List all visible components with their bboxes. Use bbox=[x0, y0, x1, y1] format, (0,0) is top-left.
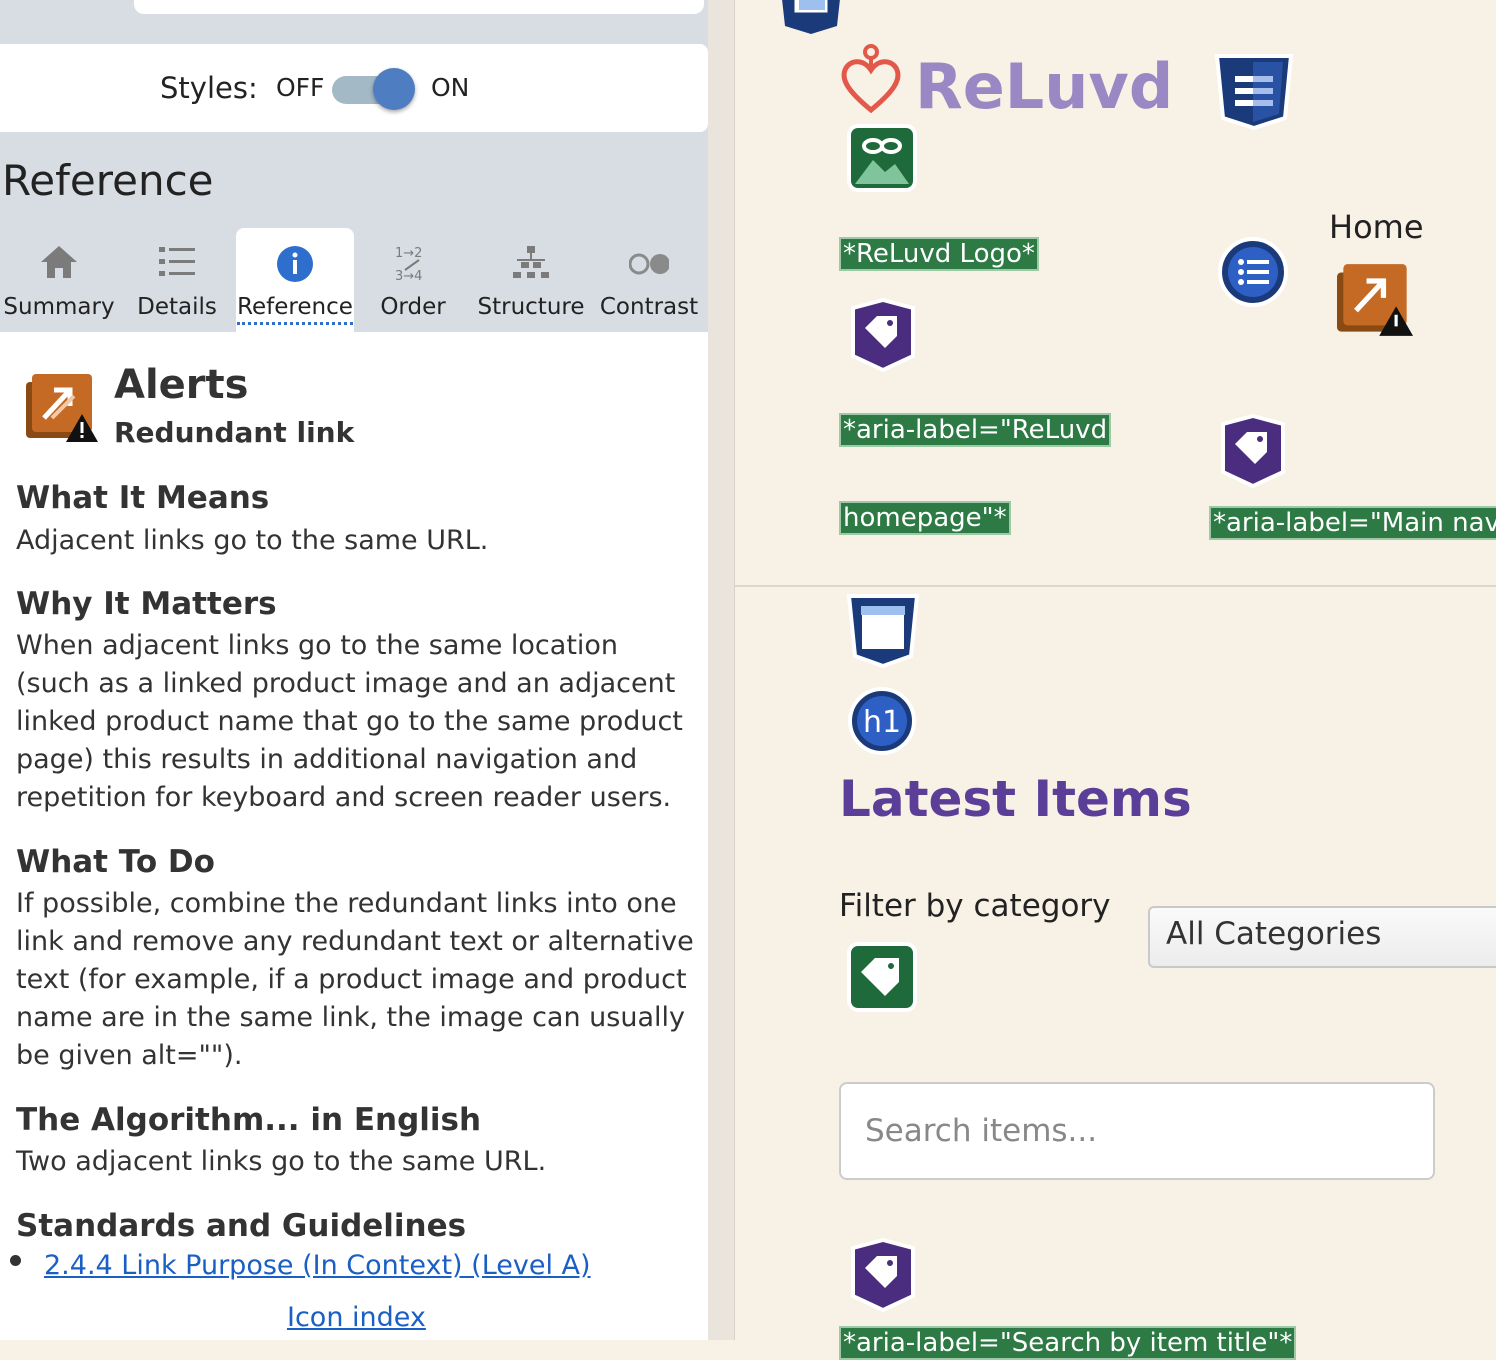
tab-label-text: Reference bbox=[237, 294, 353, 325]
contrast-icon bbox=[629, 253, 669, 275]
section-text: Two adjacent links go to the same URL. bbox=[16, 1146, 547, 1177]
info-icon bbox=[277, 246, 313, 282]
tab-contrast[interactable]: Contrast bbox=[590, 228, 708, 332]
category-select-value: All Categories bbox=[1166, 916, 1382, 952]
panel-resize-gutter[interactable] bbox=[708, 0, 734, 1340]
home-icon bbox=[41, 246, 77, 278]
nav-link-home[interactable]: Home bbox=[1329, 208, 1424, 246]
aria-label-logo-line2: homepage"* bbox=[839, 501, 1011, 535]
html-structure-icon bbox=[782, 0, 840, 34]
heart-logo-icon bbox=[841, 44, 901, 114]
header-divider bbox=[735, 585, 1496, 587]
aria-label-main-nav: *aria-label="Main navig bbox=[1209, 506, 1496, 540]
tab-summary[interactable]: Summary bbox=[0, 228, 118, 332]
tab-reference[interactable]: Reference bbox=[236, 228, 354, 332]
tab-order[interactable]: 1→2 3→4 Order bbox=[354, 228, 472, 332]
styles-toggle-box: Styles: OFF ON bbox=[0, 44, 708, 132]
url-bar[interactable] bbox=[134, 0, 704, 14]
unordered-list-icon bbox=[1218, 237, 1288, 307]
linked-image-icon bbox=[847, 124, 917, 192]
section-heading: Why It Matters bbox=[16, 586, 277, 622]
search-input[interactable] bbox=[839, 1082, 1435, 1180]
site-logo-text[interactable]: ReLuvd bbox=[915, 50, 1173, 123]
aria-label-icon bbox=[851, 1238, 915, 1312]
logo-alt-label: *ReLuvd Logo* bbox=[839, 237, 1039, 271]
panel-heading: Reference bbox=[2, 156, 214, 205]
category-select[interactable]: All Categories bbox=[1148, 906, 1496, 968]
section-heading: The Algorithm... in English bbox=[16, 1102, 482, 1138]
tab-label: Details bbox=[137, 294, 217, 320]
section-heading: What It Means bbox=[16, 480, 270, 516]
wave-sidebar: Styles: OFF ON Reference Summary Details bbox=[0, 0, 708, 1340]
tab-label: Summary bbox=[3, 294, 115, 320]
section-text: When adjacent links go to the same locat… bbox=[16, 630, 683, 813]
page-canvas: ReLuvd *ReLuvd Logo* *aria-label="ReLuvd… bbox=[734, 0, 1496, 1360]
section-heading: What To Do bbox=[16, 844, 215, 880]
alert-category-title: Alerts bbox=[114, 362, 249, 408]
reference-content: Alerts Redundant link What It Means Adja… bbox=[0, 332, 708, 1340]
aria-label-icon bbox=[1221, 414, 1285, 488]
styles-toggle-switch[interactable] bbox=[373, 68, 415, 110]
styles-on-label: ON bbox=[431, 73, 470, 102]
section-heading: Standards and Guidelines bbox=[16, 1208, 467, 1244]
structure-icon bbox=[513, 246, 549, 278]
svg-text:3→4: 3→4 bbox=[395, 269, 422, 282]
styles-off-label: OFF bbox=[276, 73, 325, 102]
styles-label: Styles: bbox=[160, 71, 258, 105]
aria-label-search: *aria-label="Search by item title"* bbox=[839, 1326, 1297, 1360]
order-icon: 1→2 3→4 bbox=[395, 246, 422, 282]
heading-level-1-icon: h1 bbox=[848, 687, 916, 755]
icon-index-link[interactable]: Icon index bbox=[287, 1302, 426, 1333]
redundant-link-alert-icon bbox=[26, 374, 98, 442]
tab-details[interactable]: Details bbox=[118, 228, 236, 332]
tab-label: Contrast bbox=[599, 294, 699, 320]
page-main-heading: Latest Items bbox=[839, 770, 1192, 828]
aria-label-logo-line1: *aria-label="ReLuvd bbox=[839, 413, 1112, 447]
main-region-icon bbox=[846, 594, 920, 669]
filter-category-label: Filter by category bbox=[839, 888, 1111, 924]
alert-name: Redundant link bbox=[114, 416, 355, 449]
wcag-standard-link[interactable]: 2.4.4 Link Purpose (In Context) (Level A… bbox=[44, 1250, 591, 1281]
panel-tabs: Summary Details Reference 1→2 3→4 Order … bbox=[0, 228, 708, 332]
tab-label: Reference bbox=[236, 294, 354, 325]
tab-label: Structure bbox=[477, 294, 585, 320]
tab-label: Order bbox=[380, 294, 446, 320]
form-label-icon bbox=[847, 942, 917, 1012]
svg-text:1→2: 1→2 bbox=[395, 246, 422, 261]
tab-structure[interactable]: Structure bbox=[472, 228, 590, 332]
list-icon bbox=[159, 247, 195, 276]
redundant-link-alert-icon bbox=[1337, 264, 1413, 336]
h1-badge-text: h1 bbox=[863, 705, 901, 740]
list-bullet bbox=[10, 1255, 21, 1266]
aria-label-icon bbox=[851, 298, 915, 372]
navigation-region-icon bbox=[1214, 54, 1294, 130]
section-text: Adjacent links go to the same URL. bbox=[16, 525, 489, 556]
section-text: If possible, combine the redundant links… bbox=[16, 888, 694, 1071]
